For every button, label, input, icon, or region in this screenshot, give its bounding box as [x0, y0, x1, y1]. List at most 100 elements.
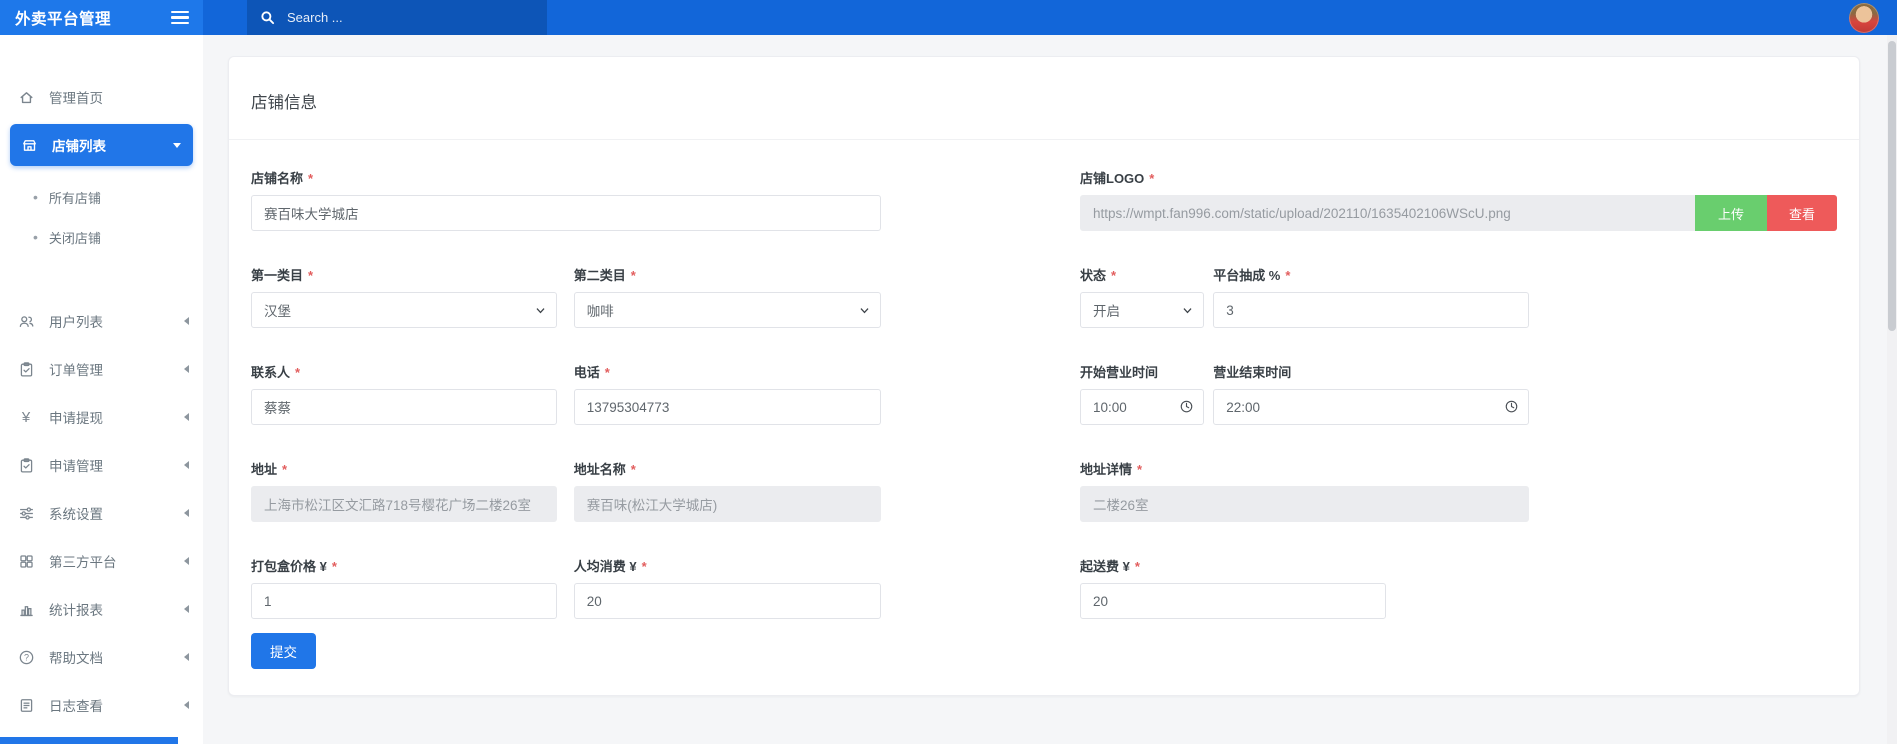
view-button[interactable]: 查看 — [1767, 195, 1837, 231]
page-scrollbar-track[interactable] — [1887, 35, 1897, 744]
sidebar-item-statistics[interactable]: 统计报表 — [0, 585, 203, 633]
address-name-label: 地址名称 — [574, 462, 626, 477]
close-time-input[interactable] — [1213, 389, 1529, 425]
required-asterisk: * — [308, 171, 313, 186]
sidebar-item-label: 申请提现 — [49, 407, 170, 427]
sidebar-subitem-label: 所有店铺 — [49, 188, 101, 207]
question-circle-icon: ? — [17, 648, 35, 666]
sidebar-subitem-closed-shops[interactable]: • 关闭店铺 — [0, 217, 203, 257]
sidebar-item-log-viewer[interactable]: 日志查看 — [0, 681, 203, 729]
sidebar-item-label: 用户列表 — [49, 311, 170, 331]
category1-label: 第一类目 — [251, 268, 303, 283]
commission-input[interactable] — [1213, 292, 1529, 328]
sidebar-item-third-party[interactable]: 第三方平台 — [0, 537, 203, 585]
user-avatar[interactable] — [1849, 3, 1879, 33]
sidebar-item-label: 系统设置 — [49, 503, 170, 523]
required-asterisk: * — [1111, 268, 1116, 283]
status-select[interactable]: 开启 — [1080, 292, 1204, 328]
document-lines-icon — [17, 696, 35, 714]
shop-submenu: • 所有店铺 • 关闭店铺 — [0, 169, 203, 297]
box-price-label: 打包盒价格 ¥ — [251, 559, 327, 574]
required-asterisk: * — [1149, 171, 1154, 186]
sidebar-item-label: 帮助文档 — [49, 647, 170, 667]
sidebar-item-label: 店铺列表 — [52, 135, 159, 155]
address-detail-label: 地址详情 — [1080, 462, 1132, 477]
search-input[interactable] — [287, 10, 534, 25]
card-header: 店铺信息 — [229, 57, 1859, 140]
main-content: 店铺信息 店铺名称* 店铺LOGO * 上传 查看 — [203, 35, 1887, 744]
search-icon — [260, 10, 275, 25]
sidebar-item-label: 日志查看 — [49, 695, 170, 715]
sidebar-item-user-list[interactable]: 用户列表 — [0, 297, 203, 345]
sidebar: 管理首页 店铺列表 • 所有店铺 • 关闭店铺 用户列表 — [0, 35, 203, 744]
category2-select[interactable]: 咖啡 — [574, 292, 881, 328]
chevron-down-icon — [859, 305, 870, 316]
close-time-label: 营业结束时间 — [1213, 365, 1291, 380]
field-box-price: 打包盒价格 ¥* — [251, 556, 557, 619]
field-shop-logo: 店铺LOGO * 上传 查看 — [1080, 168, 1837, 231]
app-window: 外卖平台管理 管理首页 店铺列表 • 所有店铺 — [0, 0, 1897, 744]
required-asterisk: * — [282, 462, 287, 477]
top-header: 外卖平台管理 — [0, 0, 1897, 35]
field-close-time: 营业结束时间 — [1213, 362, 1529, 425]
avg-cost-label: 人均消费 ¥ — [574, 559, 637, 574]
sidebar-item-application-management[interactable]: 申请管理 — [0, 441, 203, 489]
bullet-icon: • — [33, 230, 38, 244]
sidebar-subitem-all-shops[interactable]: • 所有店铺 — [0, 177, 203, 217]
required-asterisk: * — [308, 268, 313, 283]
field-open-time: 开始营业时间 — [1080, 362, 1204, 425]
upload-button[interactable]: 上传 — [1695, 195, 1767, 231]
field-contact: 联系人* — [251, 362, 557, 425]
category2-label: 第二类目 — [574, 268, 626, 283]
avg-cost-input[interactable] — [574, 583, 881, 619]
chevron-left-icon — [184, 509, 189, 517]
chevron-left-icon — [184, 461, 189, 469]
field-phone: 电话* — [574, 362, 881, 425]
header-spacer — [547, 0, 1849, 35]
sidebar-item-order-management[interactable]: 订单管理 — [0, 345, 203, 393]
brand-area: 外卖平台管理 — [0, 0, 203, 35]
required-asterisk: * — [631, 462, 636, 477]
address-name-input — [574, 486, 881, 522]
sidebar-subitem-label: 关闭店铺 — [49, 228, 101, 247]
sidebar-item-dashboard[interactable]: 管理首页 — [0, 73, 203, 121]
store-icon — [20, 136, 38, 154]
page-scrollbar-thumb[interactable] — [1888, 41, 1896, 331]
hamburger-menu-icon[interactable] — [169, 7, 191, 28]
required-asterisk: * — [631, 268, 636, 283]
bar-chart-icon — [17, 600, 35, 618]
chevron-left-icon — [184, 701, 189, 709]
chevron-left-icon — [184, 557, 189, 565]
address-label: 地址 — [251, 462, 277, 477]
page-title: 店铺信息 — [251, 89, 1837, 113]
phone-input[interactable] — [574, 389, 881, 425]
sidebar-item-system-settings[interactable]: 系统设置 — [0, 489, 203, 537]
phone-label: 电话 — [574, 365, 600, 380]
field-address-name: 地址名称 * — [574, 459, 881, 522]
field-commission: 平台抽成 %* — [1213, 265, 1529, 328]
sidebar-item-shop-list[interactable]: 店铺列表 — [10, 124, 193, 166]
search-box[interactable] — [247, 0, 547, 35]
box-price-input[interactable] — [251, 583, 557, 619]
svg-text:?: ? — [23, 652, 28, 662]
sidebar-item-label: 统计报表 — [49, 599, 170, 619]
required-asterisk: * — [642, 559, 647, 574]
chevron-down-icon — [535, 305, 546, 316]
clock-icon — [1179, 399, 1194, 414]
contact-input[interactable] — [251, 389, 557, 425]
sidebar-item-help-docs[interactable]: ? 帮助文档 — [0, 633, 203, 681]
category1-select[interactable]: 汉堡 — [251, 292, 557, 328]
users-icon — [17, 312, 35, 330]
field-shop-name: 店铺名称* — [251, 168, 881, 231]
field-category1: 第一类目 * 汉堡 — [251, 265, 557, 328]
sidebar-item-label: 管理首页 — [49, 87, 189, 107]
field-avg-cost: 人均消费 ¥ * — [574, 556, 881, 619]
required-asterisk: * — [1135, 559, 1140, 574]
submit-button[interactable]: 提交 — [251, 633, 316, 669]
shop-name-input[interactable] — [251, 195, 881, 231]
sliders-icon — [17, 504, 35, 522]
sidebar-item-withdraw-request[interactable]: ¥ 申请提现 — [0, 393, 203, 441]
shop-logo-label: 店铺LOGO — [1080, 171, 1144, 186]
min-delivery-input[interactable] — [1080, 583, 1386, 619]
field-min-delivery: 起送费 ¥* — [1080, 556, 1386, 619]
